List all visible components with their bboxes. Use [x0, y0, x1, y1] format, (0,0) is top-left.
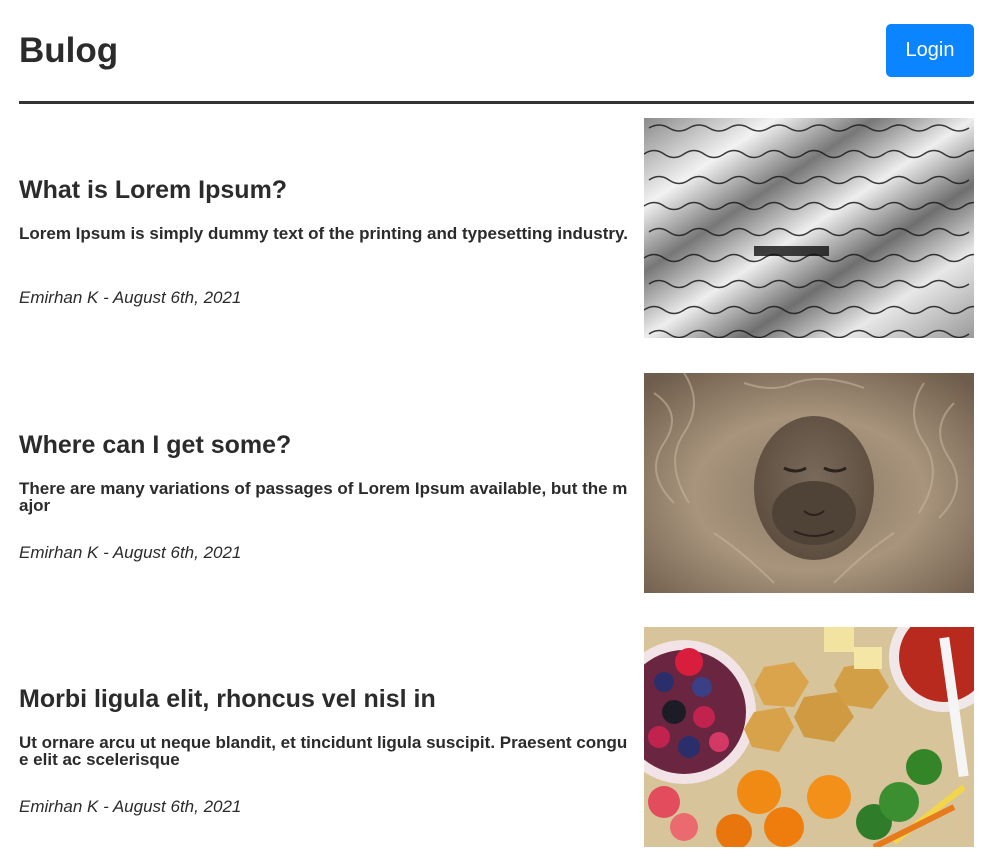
post-card[interactable]: Where can I get some? There are many var…: [19, 373, 974, 593]
post-title[interactable]: What is Lorem Ipsum?: [19, 175, 287, 205]
post-excerpt: Ut ornare arcu ut neque blandit, et tinc…: [19, 733, 628, 769]
post-title[interactable]: Morbi ligula elit, rhoncus vel nisl in: [19, 684, 436, 714]
post-card[interactable]: Morbi ligula elit, rhoncus vel nisl in U…: [19, 627, 974, 847]
post-image-alpaca[interactable]: [644, 373, 974, 593]
page-container: Bulog Login What is Lorem Ipsum? Lorem I…: [19, 0, 974, 847]
post-image-handwriting[interactable]: [644, 118, 974, 338]
post-card[interactable]: What is Lorem Ipsum? Lorem Ipsum is simp…: [19, 118, 974, 338]
handwriting-photo: [644, 118, 974, 338]
post-meta: Emirhan K - August 6th, 2021: [19, 543, 242, 562]
post-excerpt: There are many variations of passages of…: [19, 479, 628, 515]
post-excerpt: Lorem Ipsum is simply dummy text of the …: [19, 224, 628, 243]
post-image-food[interactable]: [644, 627, 974, 847]
login-button[interactable]: Login: [886, 24, 974, 77]
site-header: Bulog Login: [19, 0, 974, 104]
post-title[interactable]: Where can I get some?: [19, 430, 291, 460]
site-logo[interactable]: Bulog: [19, 31, 118, 71]
alpaca-photo: [644, 373, 974, 593]
post-meta: Emirhan K - August 6th, 2021: [19, 797, 242, 816]
post-meta: Emirhan K - August 6th, 2021: [19, 288, 242, 307]
food-platter-photo: [644, 627, 974, 847]
